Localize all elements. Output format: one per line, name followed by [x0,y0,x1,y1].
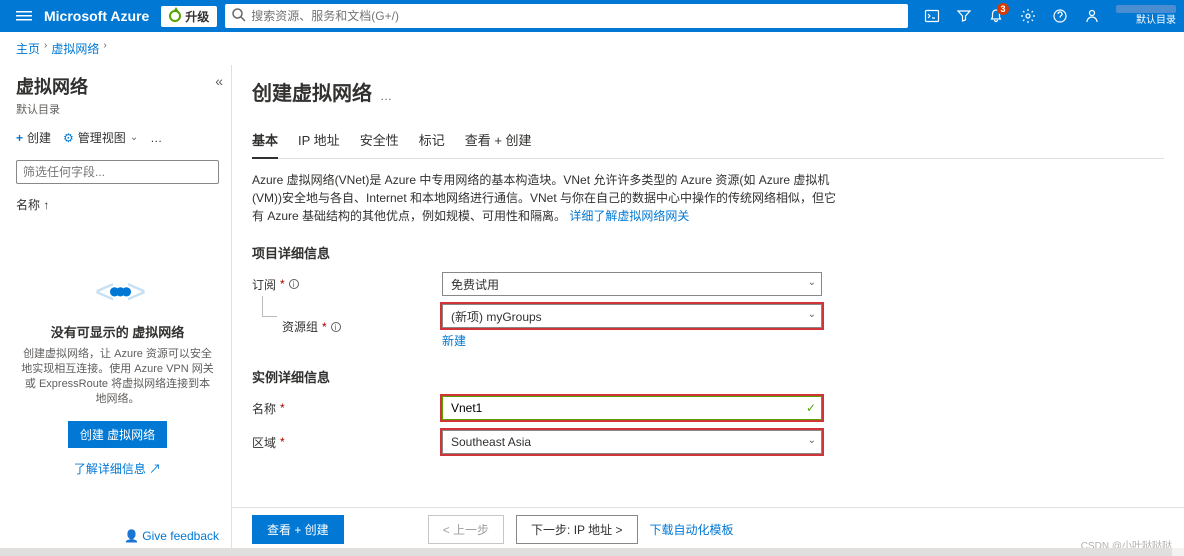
external-icon: ↗ [149,462,161,476]
chevron-right-icon: › [103,40,106,57]
horizontal-scrollbar[interactable] [0,548,1184,556]
info-icon[interactable]: i [289,279,299,289]
create-button[interactable]: + 创建 [16,129,51,146]
person-icon: 👤 [124,529,139,543]
more-actions-icon[interactable]: … [380,89,392,103]
info-icon[interactable]: i [331,322,341,332]
chevron-right-icon: › [44,40,47,57]
notification-badge: 3 [997,3,1009,15]
chevron-down-icon: ⌄ [808,277,816,288]
name-field-wrap: ✓ [442,396,822,420]
settings-icon[interactable] [1012,0,1044,32]
breadcrumb-home[interactable]: 主页 [16,40,40,57]
resource-group-value: (新项) myGroups [451,308,542,325]
tab-basic[interactable]: 基本 [252,124,278,159]
vnet-description: Azure 虚拟网络(VNet)是 Azure 中专用网络的基本构造块。VNet… [252,171,842,225]
previous-button: < 上一步 [428,515,504,544]
next-button[interactable]: 下一步: IP 地址 > [516,515,637,544]
top-bar: Microsoft Azure 升级 3 默认目录 [0,0,1184,32]
resource-group-label: 资源组 * i [282,318,442,335]
vnet-name-input[interactable] [451,401,799,415]
subscription-select[interactable]: 免费试用 ⌄ [442,272,822,296]
account-menu[interactable]: 默认目录 [1116,5,1176,27]
tab-ip[interactable]: IP 地址 [298,124,340,158]
breadcrumb-vnet[interactable]: 虚拟网络 [51,40,99,57]
upgrade-button[interactable]: 升级 [161,6,217,27]
feedback-label: Give feedback [142,529,219,543]
hamburger-icon[interactable] [8,0,40,32]
gear-icon: ⚙ [63,131,74,145]
brand-label: Microsoft Azure [44,8,149,24]
upgrade-icon [169,10,181,22]
desc-link[interactable]: 详细了解虚拟网络网关 [569,207,689,225]
directory-filter-icon[interactable] [948,0,980,32]
desc-text: Azure 虚拟网络(VNet)是 Azure 中专用网络的基本构造块。VNet… [252,173,836,223]
page-title: 创建虚拟网络 [252,77,372,106]
section-instance-details: 实例详细信息 [252,367,1164,386]
main-content: 创建虚拟网络 … 基本 IP 地址 安全性 标记 查看 + 创建 Azure 虚拟… [232,65,1184,551]
plus-icon: + [16,131,23,145]
more-menu[interactable]: … [150,131,162,145]
learn-more-link[interactable]: 了解详细信息 ↗ [20,460,215,477]
global-search[interactable] [225,4,908,28]
form-scroll[interactable]: Azure 虚拟网络(VNet)是 Azure 中专用网络的基本构造块。VNet… [232,159,1184,551]
account-name-obscured [1116,5,1176,13]
download-template-link[interactable]: 下载自动化模板 [650,521,734,538]
search-icon [231,7,247,26]
section-project-details: 项目详细信息 [252,243,1164,262]
search-input[interactable] [251,9,902,23]
empty-desc: 创建虚拟网络，让 Azure 资源可以安全地实现相互连接。使用 Azure VP… [20,347,215,407]
chevron-down-icon: ⌄ [808,435,816,446]
region-value: Southeast Asia [451,435,531,449]
filter-input[interactable] [16,160,219,184]
tab-review[interactable]: 查看 + 创建 [465,124,532,158]
sort-name-header[interactable]: 名称 ↑ [16,196,219,213]
empty-title: 没有可显示的 虚拟网络 [20,322,215,341]
sidebar-subtitle: 默认目录 [16,101,219,117]
sidebar: « 虚拟网络 默认目录 + 创建 ⚙ 管理视图 ⌄ … 名称 ↑ <•••> 没有可显… [0,65,232,551]
learn-more-label: 了解详细信息 [74,462,146,476]
collapse-icon[interactable]: « [215,73,223,89]
manage-view-button[interactable]: ⚙ 管理视图 ⌄ [63,129,138,146]
name-label: 名称 * [252,400,442,417]
tab-security[interactable]: 安全性 [360,124,399,158]
give-feedback-link[interactable]: 👤 Give feedback [124,529,219,543]
review-create-button[interactable]: 查看 + 创建 [252,515,344,544]
topbar-right: 3 默认目录 [916,0,1176,32]
tab-tags[interactable]: 标记 [419,124,445,158]
chevron-down-icon: ⌄ [808,309,816,320]
sidebar-title: 虚拟网络 [16,73,219,99]
tabs: 基本 IP 地址 安全性 标记 查看 + 创建 [252,124,1164,159]
resource-group-select[interactable]: (新项) myGroups ⌄ [442,304,822,328]
empty-state: <•••> 没有可显示的 虚拟网络 创建虚拟网络，让 Azure 资源可以安全地… [16,273,219,477]
subscription-label: 订阅 * i [252,276,442,293]
chevron-down-icon: ⌄ [130,132,138,143]
wizard-footer: 查看 + 创建 < 上一步 下一步: IP 地址 > 下载自动化模板 [232,507,1184,551]
region-select[interactable]: Southeast Asia ⌄ [442,430,822,454]
breadcrumb: 主页 › 虚拟网络 › [0,32,1184,65]
directory-label: 默认目录 [1136,15,1176,27]
sidebar-toolbar: + 创建 ⚙ 管理视图 ⌄ … [16,129,219,146]
check-icon: ✓ [806,401,816,415]
vnet-empty-icon: <•••> [20,273,215,312]
upgrade-label: 升级 [185,8,209,25]
cloud-shell-icon[interactable] [916,0,948,32]
create-vnet-button[interactable]: 创建 虚拟网络 [68,421,167,448]
new-resource-group-link[interactable]: 新建 [442,332,822,349]
subscription-value: 免费试用 [451,276,499,293]
help-icon[interactable] [1044,0,1076,32]
notifications-icon[interactable]: 3 [980,0,1012,32]
feedback-icon[interactable] [1076,0,1108,32]
sort-label: 名称 ↑ [16,196,49,213]
manage-view-label: 管理视图 [78,129,126,146]
region-label: 区域 * [252,434,442,451]
create-label: 创建 [27,129,51,146]
